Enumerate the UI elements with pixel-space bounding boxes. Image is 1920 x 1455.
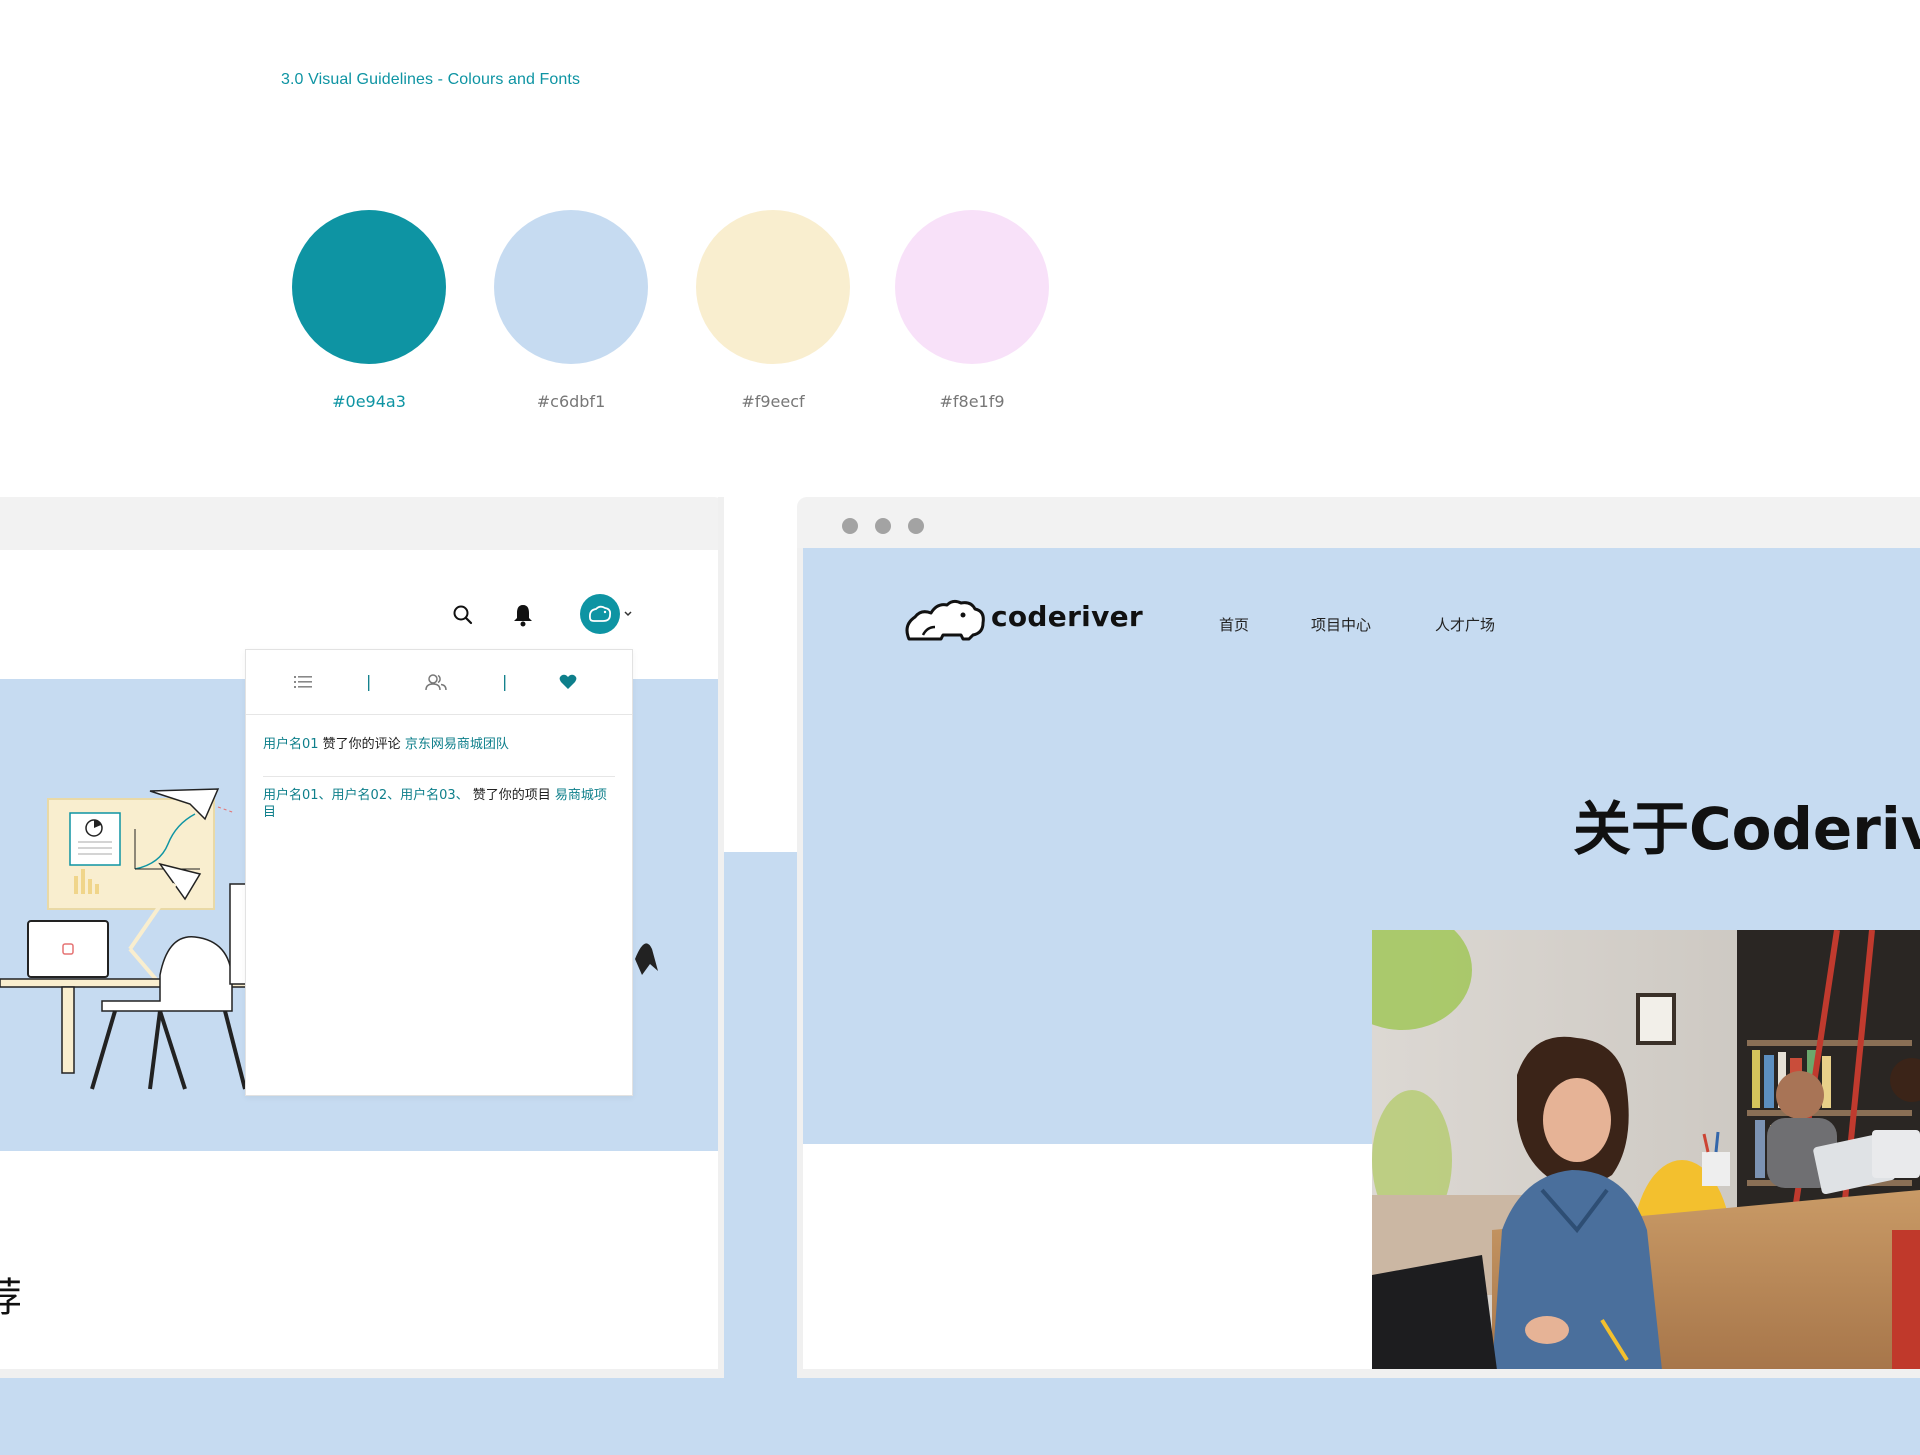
logo-wordmark[interactable]: coderiver — [991, 600, 1143, 633]
window-dot-icon — [875, 518, 891, 534]
notification-item[interactable]: 用户名01 赞了你的评论 京东网易商城团队 — [263, 736, 613, 753]
browser-titlebar — [0, 497, 724, 550]
swatch-label-pink: #f8e1f9 — [939, 392, 1005, 411]
list-icon[interactable] — [294, 674, 314, 690]
notification-action: 赞了你的项目 — [468, 788, 555, 803]
swatch-label-teal: #0e94a3 — [332, 392, 406, 411]
window-dot-icon — [908, 518, 924, 534]
swatch-label-cream: #f9eecf — [741, 392, 805, 411]
swatch-blue — [494, 210, 648, 364]
notification-users[interactable]: 用户名01、用户名02、用户名03、 — [263, 788, 469, 803]
page-title: 关于Coderiver — [1573, 795, 1920, 863]
browser-frame-bottom — [0, 1369, 724, 1378]
users-icon[interactable] — [424, 672, 448, 692]
hippo-logo-icon[interactable] — [903, 595, 987, 647]
nav-item-projects[interactable]: 项目中心 — [1311, 614, 1371, 635]
background-band-middle — [722, 852, 799, 1377]
notification-item[interactable]: 用户名01、用户名02、用户名03、 赞了你的项目 易商城项目 — [263, 787, 613, 821]
browser-frame-bottom — [797, 1369, 1920, 1378]
woman-working-on-laptop-photo — [1372, 930, 1920, 1370]
tab-divider: | — [502, 672, 508, 691]
browser-titlebar — [797, 497, 1920, 548]
tab-divider: | — [366, 672, 372, 691]
notification-target[interactable]: 京东网易商城团队 — [405, 737, 509, 752]
notification-dropdown: | | 用户名01 赞了你的评论 京东网易商城团队 用户名01、用户名02、用户… — [245, 649, 633, 1096]
nav-item-home[interactable]: 首页 — [1219, 614, 1249, 635]
browser-frame-left — [797, 548, 803, 1378]
hippo-avatar-icon[interactable] — [580, 594, 620, 634]
partial-heading-glyph: 荐 — [0, 1275, 22, 1321]
nav-item-talent[interactable]: 人才广场 — [1435, 614, 1495, 635]
swatch-pink — [895, 210, 1049, 364]
divider — [263, 776, 615, 777]
swatch-cream — [696, 210, 850, 364]
window-dot-icon — [842, 518, 858, 534]
bell-icon[interactable] — [510, 601, 536, 629]
section-caption: 3.0 Visual Guidelines - Colours and Font… — [281, 71, 581, 88]
notification-users[interactable]: 用户名01 — [263, 737, 319, 752]
notification-action: 赞了你的评论 — [318, 737, 405, 752]
heart-icon[interactable] — [558, 673, 578, 691]
swatch-label-blue: #c6dbf1 — [536, 392, 606, 411]
background-band-bottom — [0, 1377, 1920, 1455]
notification-tabs: | | — [246, 650, 632, 715]
chevron-down-icon[interactable] — [622, 608, 634, 620]
right-browser-window: coderiver 首页 项目中心 人才广场 关于Coderiver — [797, 497, 1920, 1378]
search-icon[interactable] — [450, 602, 476, 628]
browser-frame-right — [718, 497, 724, 1378]
swatch-teal — [292, 210, 446, 364]
